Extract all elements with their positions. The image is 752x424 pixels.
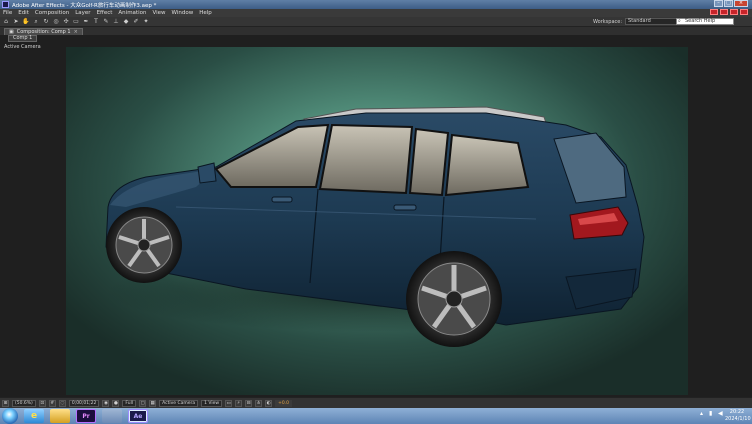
tab-composition[interactable]: ▣ Composition: Comp 1 × bbox=[4, 28, 83, 35]
after-effects-icon bbox=[2, 1, 9, 8]
magnification-dropdown[interactable]: (50.6%) bbox=[12, 399, 36, 407]
after-effects-window: Adobe After Effects - 大众Golf-R旅行车动画制作3.a… bbox=[0, 0, 752, 424]
recording-overlay-icons bbox=[710, 9, 748, 15]
after-effects-taskbar-icon[interactable]: Ae bbox=[128, 409, 148, 423]
mask-tool-icon[interactable]: ▭ bbox=[72, 18, 80, 26]
window-controls: – □ × bbox=[714, 0, 748, 7]
snapshot-icon[interactable]: ◉ bbox=[102, 399, 110, 407]
car-render bbox=[105, 106, 646, 347]
close-button[interactable]: × bbox=[734, 0, 748, 7]
region-of-interest-icon[interactable]: ▢ bbox=[139, 399, 147, 407]
panel-tab-bar: ▣ Composition: Comp 1 × bbox=[0, 27, 752, 35]
system-clock[interactable]: 20:22 2024/1/10 bbox=[725, 409, 751, 423]
camera-view-dropdown[interactable]: Active Camera bbox=[159, 399, 199, 407]
menu-effect[interactable]: Effect bbox=[94, 10, 116, 16]
toggle-pixel-aspect-icon[interactable]: ▭ bbox=[225, 399, 233, 407]
premiere-icon[interactable]: Pr bbox=[76, 409, 96, 423]
clock-time: 20:22 bbox=[729, 409, 745, 415]
transparency-grid-icon[interactable]: ▦ bbox=[149, 399, 157, 407]
volume-icon[interactable]: ◀ bbox=[718, 411, 724, 417]
view-layout-dropdown[interactable]: 1 View bbox=[201, 399, 223, 407]
menu-edit[interactable]: Edit bbox=[15, 10, 32, 16]
file-explorer-icon[interactable] bbox=[50, 409, 70, 423]
menu-animation[interactable]: Animation bbox=[115, 10, 149, 16]
comp-tab[interactable]: Comp 1 bbox=[8, 35, 38, 42]
selection-tool-icon[interactable]: ➤ bbox=[12, 18, 20, 26]
workspace-selector: Workspace: Standard bbox=[593, 18, 680, 25]
workspace-label: Workspace: bbox=[593, 18, 623, 25]
search-icon: ⌕ bbox=[678, 18, 681, 24]
camera-tool-icon[interactable]: ◎ bbox=[52, 18, 60, 26]
timeline-icon[interactable]: ⊟ bbox=[245, 399, 253, 407]
clone-stamp-tool-icon[interactable]: ⊥ bbox=[112, 18, 120, 26]
tools-panel: ⌂ ➤ ✋ ⌕ ↻ ◎ ✣ ▭ ✒ T ✎ ⊥ ◆ ✐ ✦ Workspace:… bbox=[0, 17, 752, 27]
menu-window[interactable]: Window bbox=[169, 10, 197, 16]
menu-file[interactable]: File bbox=[0, 10, 15, 16]
minimize-button[interactable]: – bbox=[714, 0, 723, 7]
grid-icon[interactable]: # bbox=[48, 399, 56, 407]
system-tray: ▴ ▮ ◀ bbox=[700, 411, 724, 417]
workspace-dropdown[interactable]: Standard bbox=[625, 18, 680, 25]
menu-bar: File Edit Composition Layer Effect Anima… bbox=[0, 9, 752, 17]
tray-arrow-icon[interactable]: ▴ bbox=[700, 411, 706, 417]
menu-composition[interactable]: Composition bbox=[32, 10, 72, 16]
flowchart-icon[interactable]: ⋔ bbox=[255, 399, 263, 407]
pen-tool-icon[interactable]: ✒ bbox=[82, 18, 90, 26]
window-title: Adobe After Effects - 大众Golf-R旅行车动画制作3.a… bbox=[12, 2, 157, 9]
viewer-control-bar: ⊞ (50.6%) ⊡ # ◌ 0;00;01;22 ◉ ● Full ▢ ▦ … bbox=[0, 397, 752, 408]
overlay-icon bbox=[710, 9, 718, 15]
composition-canvas[interactable] bbox=[66, 47, 688, 395]
search-help-placeholder: Search Help bbox=[685, 18, 716, 24]
current-time-display[interactable]: 0;00;01;22 bbox=[68, 399, 100, 407]
menu-layer[interactable]: Layer bbox=[72, 10, 93, 16]
eraser-tool-icon[interactable]: ◆ bbox=[122, 18, 130, 26]
overlay-icon bbox=[740, 9, 748, 15]
overlay-icon bbox=[720, 9, 728, 15]
clock-date: 2024/1/10 bbox=[725, 416, 751, 422]
maximize-button[interactable]: □ bbox=[724, 0, 733, 7]
zoom-tool-icon[interactable]: ⌕ bbox=[32, 18, 40, 26]
windows-taskbar: e Pr Ae ▴ ▮ ◀ 20:22 2024/1/10 bbox=[0, 408, 752, 424]
overlay-icon bbox=[730, 9, 738, 15]
puppet-tool-icon[interactable]: ✦ bbox=[142, 18, 150, 26]
menu-help[interactable]: Help bbox=[196, 10, 215, 16]
title-bar: Adobe After Effects - 大众Golf-R旅行车动画制作3.a… bbox=[0, 0, 752, 9]
reset-exposure-icon[interactable]: ◐ bbox=[265, 399, 273, 407]
roto-brush-tool-icon[interactable]: ✐ bbox=[132, 18, 140, 26]
start-button[interactable] bbox=[2, 408, 18, 424]
menu-view[interactable]: View bbox=[149, 10, 168, 16]
brush-tool-icon[interactable]: ✎ bbox=[102, 18, 110, 26]
show-channel-icon[interactable]: ● bbox=[112, 399, 120, 407]
photo-viewer-icon[interactable] bbox=[102, 409, 122, 423]
home-tool-icon[interactable]: ⌂ bbox=[2, 18, 10, 26]
type-tool-icon[interactable]: T bbox=[92, 18, 100, 26]
network-icon[interactable]: ▮ bbox=[709, 411, 715, 417]
active-camera-label: Active Camera bbox=[4, 44, 41, 50]
pan-behind-tool-icon[interactable]: ✣ bbox=[62, 18, 70, 26]
rotate-tool-icon[interactable]: ↻ bbox=[42, 18, 50, 26]
safe-zones-icon[interactable]: ⊡ bbox=[38, 399, 46, 407]
always-preview-icon[interactable]: ⊞ bbox=[2, 399, 9, 407]
fast-previews-icon[interactable]: ⚡ bbox=[235, 399, 243, 407]
resolution-dropdown[interactable]: Full bbox=[122, 399, 137, 407]
hand-tool-icon[interactable]: ✋ bbox=[22, 18, 30, 26]
search-help-input[interactable]: ⌕ Search Help bbox=[676, 18, 734, 25]
mask-visibility-icon[interactable]: ◌ bbox=[58, 399, 66, 407]
exposure-value[interactable]: +0.0 bbox=[275, 399, 293, 407]
internet-explorer-icon[interactable]: e bbox=[24, 409, 44, 423]
